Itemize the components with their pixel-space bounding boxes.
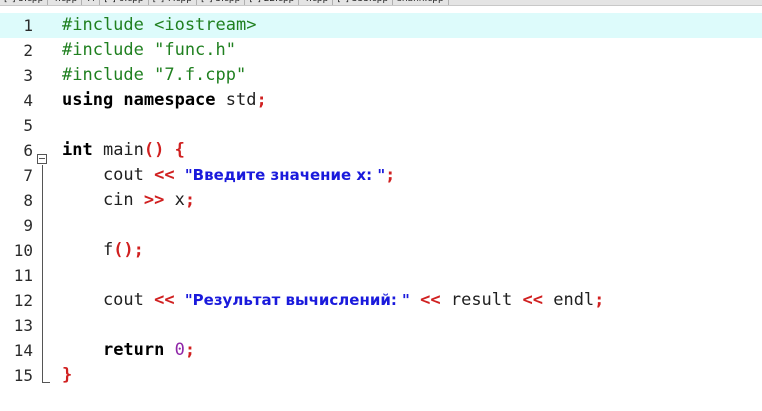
- code-text: #include <iostream>: [62, 13, 256, 38]
- line-number: 11: [13, 266, 33, 285]
- code-token: >>: [143, 190, 165, 210]
- code-text: int main() {: [62, 138, 185, 163]
- code-line[interactable]: 13: [0, 313, 762, 338]
- editor-tab[interactable]: [*] 3.cpp: [197, 0, 246, 5]
- code-line[interactable]: 15}: [0, 363, 762, 388]
- code-token: 0: [174, 340, 185, 360]
- code-token: endl: [542, 290, 595, 310]
- line-number: 12: [13, 291, 33, 310]
- code-line[interactable]: 1 #include <iostream>: [0, 13, 762, 38]
- line-number: 5: [23, 116, 33, 135]
- code-line[interactable]: 10 f();: [0, 238, 762, 263]
- code-line[interactable]: 7 cout << "Введите значение x: ";: [0, 163, 762, 188]
- code-token: ;: [256, 90, 267, 110]
- code-text: return 0;: [62, 338, 195, 363]
- code-line[interactable]: 12 cout << "Результат вычислений: " << r…: [0, 288, 762, 313]
- code-token: #include "func.h": [62, 40, 236, 60]
- code-token: ;: [594, 290, 605, 310]
- code-line[interactable]: 6 int main() {: [0, 138, 762, 163]
- code-token: ;: [184, 190, 196, 210]
- editor-tab[interactable]: 4.cpp: [299, 0, 334, 5]
- line-number: 8: [23, 191, 33, 210]
- code-token: <<: [154, 165, 175, 185]
- code-line[interactable]: 14 return 0;: [0, 338, 762, 363]
- code-text: cin >> x;: [62, 188, 195, 213]
- code-text: using namespace std;: [62, 88, 267, 113]
- code-token: "Введите значение x: ": [184, 166, 386, 184]
- code-token: }: [62, 365, 73, 385]
- code-token: <<: [420, 290, 441, 310]
- code-token: using namespace: [62, 90, 216, 110]
- code-line[interactable]: 3 #include "7.f.cpp": [0, 63, 762, 88]
- editor-tab[interactable]: [*] 5.cpp: [0, 0, 49, 5]
- fold-end-marker: [42, 382, 50, 383]
- code-text: cout << "Введите значение x: ";: [62, 163, 395, 188]
- code-token: ;: [385, 165, 396, 185]
- code-text: #include "func.h": [62, 38, 236, 63]
- code-editor[interactable]: 15} 14 return 0; 13 12 cout << "Результат в…: [0, 12, 762, 411]
- code-text: }: [62, 363, 72, 388]
- code-token: cout: [62, 165, 155, 185]
- code-token: cout: [62, 290, 155, 310]
- line-number: 13: [13, 316, 33, 335]
- code-line[interactable]: 2 #include "func.h": [0, 38, 762, 63]
- line-number: 1: [23, 16, 33, 35]
- line-number: 2: [23, 41, 33, 60]
- editor-tab[interactable]: 7f: [82, 0, 101, 5]
- code-token: cin: [62, 190, 144, 210]
- code-token: main: [92, 140, 144, 160]
- editor-tab[interactable]: [*] 333.cpp: [333, 0, 394, 5]
- code-line[interactable]: 11: [0, 263, 762, 288]
- code-token: f: [62, 240, 114, 260]
- editor-tab[interactable]: [*] 7.cpp: [149, 0, 197, 5]
- line-number: 7: [23, 166, 33, 185]
- code-token: result: [440, 290, 523, 310]
- line-number: 3: [23, 66, 33, 85]
- line-number: 10: [13, 241, 33, 260]
- editor-tab[interactable]: 4.cpp: [48, 0, 83, 5]
- line-number: 4: [23, 91, 33, 110]
- code-line[interactable]: 5: [0, 113, 762, 138]
- code-token: "Результат вычислений: ": [184, 291, 410, 309]
- code-token: {: [174, 140, 185, 160]
- code-token: (): [143, 140, 165, 160]
- editor-tab[interactable]: shahh.cpp: [393, 0, 449, 5]
- line-number: 9: [23, 216, 33, 235]
- editor-tab-bar: [*] 5.cpp4.cpp7f[*] 6.cpp[*] 7.cpp[*] 3.…: [0, 0, 762, 6]
- code-text: #include "7.f.cpp": [62, 63, 246, 88]
- code-text: cout << "Результат вычислений: " << resu…: [62, 288, 604, 313]
- line-number: 6: [23, 141, 33, 160]
- fold-guide-line: [42, 165, 43, 382]
- code-token: ();: [113, 240, 144, 260]
- code-token: x: [164, 190, 185, 210]
- code-token: int: [62, 140, 93, 160]
- code-line[interactable]: 9: [0, 213, 762, 238]
- code-token: #include <iostream>: [62, 15, 257, 35]
- fold-toggle-icon[interactable]: [37, 154, 47, 164]
- code-token: <<: [154, 290, 175, 310]
- editor-tab[interactable]: [*] 6.cpp: [100, 0, 149, 5]
- code-token: return: [102, 340, 165, 360]
- code-token: <<: [522, 290, 543, 310]
- code-token: std: [215, 90, 257, 110]
- code-token: ;: [184, 340, 196, 360]
- code-line[interactable]: 4 using namespace std;: [0, 88, 762, 113]
- code-text: f();: [62, 238, 144, 263]
- line-number: 15: [13, 366, 33, 385]
- code-line[interactable]: 8 cin >> x;: [0, 188, 762, 213]
- code-token: #include "7.f.cpp": [62, 65, 247, 85]
- editor-tab[interactable]: [*] 22.cpp: [245, 0, 300, 5]
- line-number: 14: [13, 341, 33, 360]
